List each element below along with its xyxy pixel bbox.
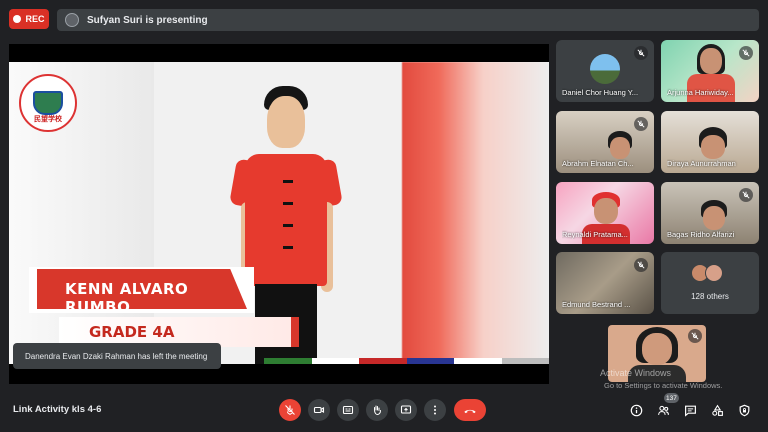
presentation-slide: 民望学校 KENN ALVARO RUMBO GRADE 4A: [9, 62, 549, 364]
left-meeting-toast: Danendra Evan Dzaki Rahman has left the …: [13, 343, 221, 369]
camera-icon: [313, 406, 325, 414]
hang-up-icon: [464, 409, 476, 413]
meeting-title: Link Activity kls 4-6: [13, 404, 102, 415]
participant-avatar: [590, 54, 620, 84]
color-stripe: [311, 358, 359, 364]
presenting-banner: Sufyan Suri is presenting: [57, 9, 759, 31]
color-stripe: [264, 358, 312, 364]
participant-face: [700, 48, 722, 74]
participant-face: [610, 137, 630, 159]
presentation-stage[interactable]: 民望学校 KENN ALVARO RUMBO GRADE 4A: [9, 44, 549, 384]
activate-windows-title: Activate Windows: [600, 368, 672, 378]
shirt-toggle: [283, 246, 293, 249]
captions-icon: [342, 405, 354, 415]
student-head: [267, 96, 305, 148]
participant-name: Arjunna Hariwiday...: [667, 88, 734, 97]
participant-tile[interactable]: Diraya Aunurrahman: [661, 111, 759, 173]
other-avatar: [705, 264, 723, 282]
logo-text: 民望学校: [34, 116, 62, 123]
student-grade: GRADE 4A: [89, 323, 175, 341]
participant-name: Reynaldi Pratama...: [562, 230, 628, 239]
shirt-toggle: [283, 180, 293, 183]
participant-name: Abrahm Elnatan Ch...: [562, 159, 634, 168]
participant-tile[interactable]: Bagas Ridho Alfarizi: [661, 182, 759, 244]
color-stripe: [359, 358, 407, 364]
mic-off-icon: [285, 405, 295, 415]
people-count-badge: 137: [664, 393, 679, 403]
participant-tile[interactable]: Edmund Bestrand ...: [556, 252, 654, 314]
present-screen-icon: [400, 405, 412, 414]
people-button[interactable]: [655, 402, 671, 418]
meet-window: REC Sufyan Suri is presenting 民望学校 KENN …: [0, 0, 768, 432]
more-vert-icon: [434, 405, 436, 415]
mic-off-icon: [739, 46, 753, 60]
presenter-avatar: [65, 13, 79, 27]
shield-lock-icon: [739, 404, 749, 416]
participant-face: [703, 206, 725, 230]
others-count: 128 others: [691, 292, 729, 301]
mic-off-icon: [739, 188, 753, 202]
student-shirt: [245, 154, 327, 286]
grade-banner-bar: [291, 317, 299, 347]
recording-indicator: REC: [9, 9, 49, 29]
present-button[interactable]: [395, 399, 417, 421]
slide-right-blur: [402, 62, 549, 364]
mic-off-icon: [634, 117, 648, 131]
activities-button[interactable]: [709, 402, 725, 418]
school-logo: 民望学校: [19, 74, 77, 132]
participant-tile[interactable]: Daniel Chor Huang Y...: [556, 40, 654, 102]
activate-windows-subtitle: Go to Settings to activate Windows.: [604, 381, 723, 390]
meeting-details-button[interactable]: [628, 402, 644, 418]
slide-color-stripes: [264, 358, 549, 364]
self-face: [642, 333, 672, 365]
shirt-toggle: [283, 224, 293, 227]
chat-icon: [684, 405, 696, 417]
participant-tile[interactable]: Abrahm Elnatan Ch...: [556, 111, 654, 173]
shirt-toggle: [283, 202, 293, 205]
participant-face: [701, 135, 725, 159]
participant-name: Daniel Chor Huang Y...: [562, 88, 639, 97]
name-banner: KENN ALVARO RUMBO: [29, 267, 254, 316]
activities-shapes-icon: [711, 404, 723, 416]
more-options-button[interactable]: [424, 399, 446, 421]
chat-button[interactable]: [682, 402, 698, 418]
participant-face: [594, 198, 618, 224]
people-icon: [657, 405, 669, 415]
host-controls-button[interactable]: [736, 402, 752, 418]
logo-shield-icon: [33, 91, 63, 115]
mic-off-icon: [634, 258, 648, 272]
hand-icon: [374, 405, 381, 416]
camera-toggle-button[interactable]: [308, 399, 330, 421]
info-icon: [630, 404, 642, 416]
student-name: KENN ALVARO RUMBO: [65, 280, 189, 316]
leave-call-button[interactable]: [454, 399, 486, 421]
captions-button[interactable]: [337, 399, 359, 421]
record-dot-icon: [13, 15, 22, 23]
participant-tile[interactable]: Arjunna Hariwiday...: [661, 40, 759, 102]
mic-toggle-button[interactable]: [279, 399, 301, 421]
presenter-text: Sufyan Suri is presenting: [87, 14, 208, 26]
mic-off-icon: [634, 46, 648, 60]
color-stripe: [406, 358, 454, 364]
participant-name: Edmund Bestrand ...: [562, 300, 631, 309]
participant-name: Bagas Ridho Alfarizi: [667, 230, 735, 239]
color-stripe: [454, 358, 502, 364]
color-stripe: [501, 358, 549, 364]
mic-off-icon: [688, 329, 702, 343]
rec-label: REC: [25, 14, 45, 24]
participant-name: Diraya Aunurrahman: [667, 159, 736, 168]
participant-tile[interactable]: Reynaldi Pratama...: [556, 182, 654, 244]
raise-hand-button[interactable]: [366, 399, 388, 421]
others-avatars: [691, 264, 723, 282]
others-tile[interactable]: 128 others: [661, 252, 759, 314]
